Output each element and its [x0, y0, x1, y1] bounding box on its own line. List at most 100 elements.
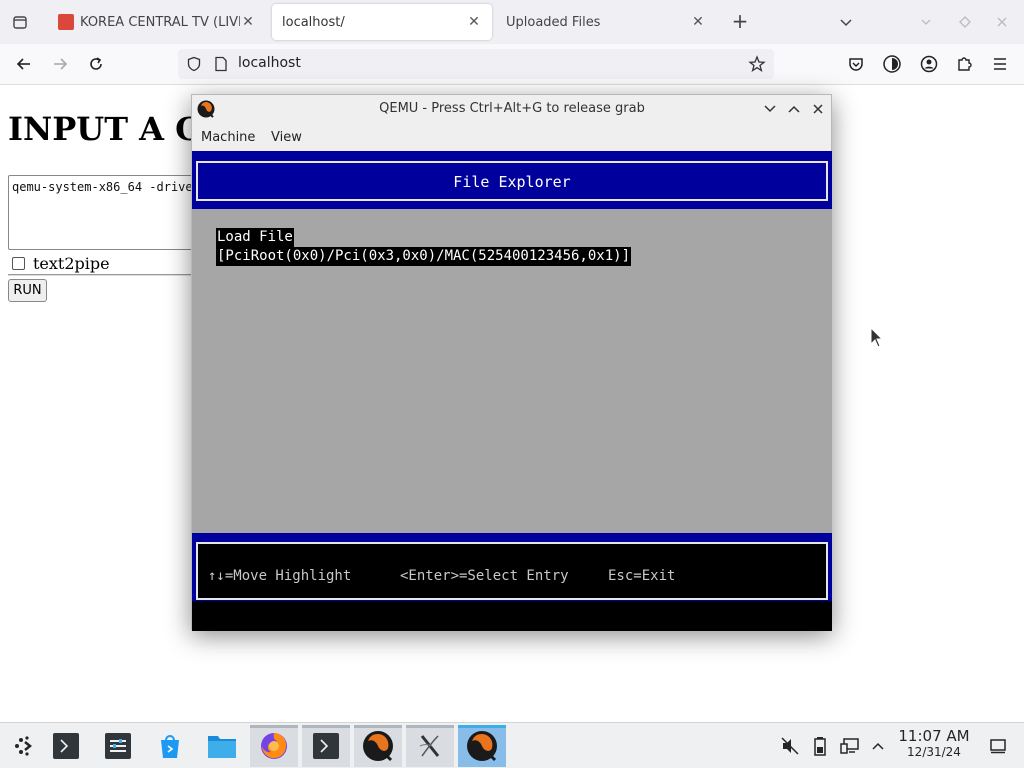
- pocket-icon: [849, 58, 863, 71]
- qemu-title-bar[interactable]: QEMU - Press Ctrl+Alt+G to release grab: [192, 95, 831, 123]
- close-icon: [997, 17, 1007, 27]
- text2pipe-label: text2pipe: [33, 254, 110, 273]
- page-info-icon[interactable]: [214, 56, 228, 76]
- taskbar-x-app[interactable]: [406, 725, 454, 767]
- new-tab-button[interactable]: +: [728, 10, 752, 34]
- menu-machine[interactable]: Machine: [201, 130, 255, 145]
- app-menu-button[interactable]: [989, 53, 1011, 75]
- menu-view[interactable]: View: [271, 130, 302, 145]
- bios-help-move: ↑↓=Move Highlight: [208, 568, 352, 584]
- reload-button[interactable]: [84, 52, 108, 76]
- taskbar: 11:07 AM 12/31/24: [0, 722, 1024, 768]
- close-icon: [813, 104, 823, 114]
- tab-localhost[interactable]: localhost/ ✕: [272, 4, 492, 40]
- bios-header-title: File Explorer: [453, 173, 571, 191]
- taskbar-qemu-1[interactable]: [354, 725, 402, 767]
- application-launcher-icon: [15, 736, 33, 756]
- maximize-window-button[interactable]: [955, 12, 975, 32]
- qemu-window-title: QEMU - Press Ctrl+Alt+G to release grab: [379, 101, 645, 116]
- tab-list-button[interactable]: [8, 10, 32, 34]
- bios-bottom-strip: [192, 601, 832, 631]
- bios-body: Load File [PciRoot(0x0)/Pci(0x3,0x0)/MAC…: [192, 209, 832, 533]
- taskbar-terminal[interactable]: [42, 725, 90, 767]
- back-button[interactable]: [12, 52, 36, 76]
- close-window-button[interactable]: [992, 12, 1012, 32]
- show-desktop-button[interactable]: [988, 736, 1008, 756]
- application-launcher-button[interactable]: [0, 725, 48, 767]
- taskbar-system-settings[interactable]: [94, 725, 142, 767]
- extension-button[interactable]: [881, 53, 903, 75]
- puzzle-icon: [958, 57, 972, 71]
- chevron-up-icon: [872, 742, 884, 750]
- arrow-right-icon: [54, 58, 68, 70]
- browser-tab-bar: KOREA CENTRAL TV (LIVES ✕ localhost/ ✕ U…: [0, 0, 1024, 44]
- tab-title: KOREA CENTRAL TV (LIVES: [80, 14, 240, 30]
- bios-help-select: <Enter>=Select Entry: [400, 568, 569, 584]
- divider: [8, 274, 198, 276]
- bios-menu-entry[interactable]: Load File: [216, 228, 294, 247]
- battery-icon: [814, 737, 826, 756]
- system-settings-icon: [105, 733, 131, 759]
- command-textarea[interactable]: qemu-system-x86_64 -drive: [8, 175, 208, 250]
- account-icon: [920, 55, 938, 73]
- taskbar-qemu-2[interactable]: [458, 725, 506, 767]
- bios-header: File Explorer: [192, 151, 832, 209]
- restore-icon: [959, 16, 971, 28]
- taskbar-konsole[interactable]: [302, 725, 350, 767]
- close-tab-icon[interactable]: ✕: [690, 14, 706, 30]
- file-manager-icon: [208, 736, 236, 758]
- clock-date: 12/31/24: [907, 745, 961, 759]
- qemu-menu-bar: Machine View: [192, 123, 831, 151]
- battery-button[interactable]: [810, 736, 830, 756]
- tracking-protection-icon[interactable]: [186, 56, 202, 76]
- forward-button[interactable]: [48, 52, 72, 76]
- volume-muted-button[interactable]: [780, 736, 800, 756]
- bios-menu-entry[interactable]: [PciRoot(0x0)/Pci(0x3,0x0)/MAC(525400123…: [216, 247, 632, 266]
- show-desktop-icon: [990, 739, 1006, 754]
- qemu-window: QEMU - Press Ctrl+Alt+G to release grab …: [191, 94, 832, 631]
- taskbar-discover[interactable]: [146, 725, 194, 767]
- firefox-icon: [261, 733, 287, 759]
- close-tab-icon[interactable]: ✕: [466, 14, 482, 30]
- tab-uploaded-files[interactable]: Uploaded Files ✕: [496, 4, 716, 40]
- konsole-icon: [313, 733, 339, 759]
- power-circle-icon: [883, 55, 901, 73]
- url-text[interactable]: localhost: [238, 55, 301, 71]
- url-bar[interactable]: localhost: [178, 49, 774, 79]
- text2pipe-checkbox[interactable]: [12, 257, 25, 270]
- tab-list-icon: [13, 16, 27, 29]
- qemu-icon: [363, 731, 393, 762]
- qemu-maximize-button[interactable]: [786, 101, 802, 117]
- extensions-button[interactable]: [953, 53, 975, 75]
- tab-korea-central-tv[interactable]: KOREA CENTRAL TV (LIVES ✕: [48, 4, 266, 40]
- reload-icon: [90, 57, 102, 70]
- qemu-minimize-button[interactable]: [762, 101, 778, 117]
- network-button[interactable]: [840, 736, 860, 756]
- taskbar-file-manager[interactable]: [198, 725, 246, 767]
- discover-icon: [161, 735, 179, 758]
- show-hidden-icons-button[interactable]: [868, 736, 888, 756]
- chevron-down-icon: [840, 19, 852, 27]
- account-button[interactable]: [918, 53, 940, 75]
- bookmark-star-icon[interactable]: [748, 55, 766, 77]
- clock-time: 11:07 AM: [898, 727, 970, 745]
- arrow-left-icon: [16, 58, 30, 70]
- bios-header-frame: File Explorer: [196, 161, 828, 201]
- qemu-guest-display[interactable]: File Explorer Load File [PciRoot(0x0)/Pc…: [192, 151, 832, 631]
- mouse-cursor-icon: [870, 326, 884, 353]
- terminal-icon: [53, 733, 79, 759]
- list-all-tabs-button[interactable]: [836, 12, 856, 32]
- minimize-window-button[interactable]: [916, 12, 936, 32]
- chevron-up-icon: [788, 105, 800, 113]
- pocket-button[interactable]: [845, 53, 867, 75]
- digital-clock[interactable]: 11:07 AM 12/31/24: [894, 727, 974, 760]
- run-button[interactable]: RUN: [8, 279, 47, 302]
- qemu-close-button[interactable]: [810, 101, 826, 117]
- browser-nav-bar: localhost: [0, 44, 1024, 85]
- qemu-icon: [467, 731, 497, 762]
- bios-footer: ↑↓=Move Highlight <Enter>=Select Entry E…: [192, 533, 832, 601]
- hamburger-menu-icon: [994, 58, 1006, 70]
- volume-muted-icon: [781, 737, 799, 755]
- close-tab-icon[interactable]: ✕: [240, 14, 256, 30]
- taskbar-firefox[interactable]: [250, 725, 298, 767]
